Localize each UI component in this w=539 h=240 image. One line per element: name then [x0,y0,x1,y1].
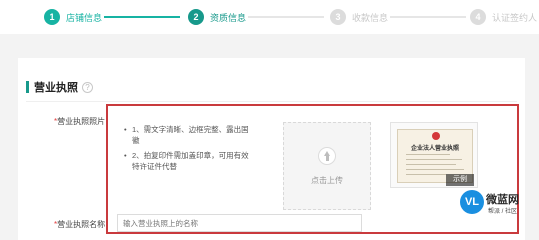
upload-text: 点击上传 [311,176,343,185]
license-photo-label: *营业执照照片 [54,116,105,127]
license-name-label: *营业执照名称 [54,219,105,230]
step-shop-info[interactable]: 1 店铺信息 [44,9,102,25]
step-number: 3 [330,9,346,25]
sample-tag: 示例 [446,174,474,186]
doc-text-line [406,164,456,165]
step-payment-info[interactable]: 3 收款信息 [330,9,388,25]
license-name-input[interactable] [117,214,362,232]
step-connector [248,16,324,18]
upload-button[interactable]: 点击上传 [283,122,371,210]
business-license-card: 营业执照 ? *营业执照照片 • 1、需文字清晰、边框完整、露出国徽 • 2、拍复印… [18,58,525,240]
national-emblem-icon [432,132,440,140]
step-label: 收款信息 [352,12,389,23]
step-number: 2 [188,9,204,25]
tip-text: 2、拍复印件需加盖印章，可用有效特许证件代替 [132,151,249,171]
watermark-name: 微蓝网 [486,194,519,206]
step-label: 资质信息 [210,12,247,23]
divider [26,101,517,102]
license-name-label-text: 营业执照名称 [57,220,106,229]
doc-text-line [406,169,464,170]
sample-doc-title: 企业法人营业执照 [410,146,459,152]
step-number: 4 [470,9,486,25]
bullet-icon: • [124,125,127,134]
step-connector [390,16,466,18]
doc-text-line [406,174,446,175]
doc-text-line [406,159,462,160]
license-photo-label-text: 营业执照照片 [57,117,106,126]
step-number: 1 [44,9,60,25]
section-title: 营业执照 ? [26,80,93,94]
step-signer-verification[interactable]: 4 认证签约人 [470,9,537,25]
doc-text-line [406,154,450,155]
watermark-subtitle: 帮派 / 社区 [488,209,518,215]
tip-text: 1、需文字清晰、边框完整、露出国徽 [132,125,249,145]
tip-item: • 1、需文字清晰、边框完整、露出国徽 [124,124,254,146]
title-accent-bar [26,81,29,93]
section-title-text: 营业执照 [34,82,78,94]
watermark-logo-icon: VL [460,190,484,214]
page: 1 店铺信息 2 资质信息 3 收款信息 4 认证签约人 营业执照 ? *营业执… [0,0,539,240]
step-label: 店铺信息 [66,12,103,23]
step-qualification-info[interactable]: 2 资质信息 [188,9,246,25]
upload-arrow-icon [318,147,336,165]
step-connector [104,16,180,18]
upload-tips: • 1、需文字清晰、边框完整、露出国徽 • 2、拍复印件需加盖印章，可用有效特许证件… [124,124,254,176]
tip-item: • 2、拍复印件需加盖印章，可用有效特许证件代替 [124,150,254,172]
bullet-icon: • [124,151,127,160]
step-label: 认证签约人 [492,12,538,23]
step-progress-bar: 1 店铺信息 2 资质信息 3 收款信息 4 认证签约人 [0,0,539,34]
help-icon[interactable]: ? [82,81,93,93]
watermark-logo: VL 微蓝网 帮派 / 社区 [460,190,539,224]
